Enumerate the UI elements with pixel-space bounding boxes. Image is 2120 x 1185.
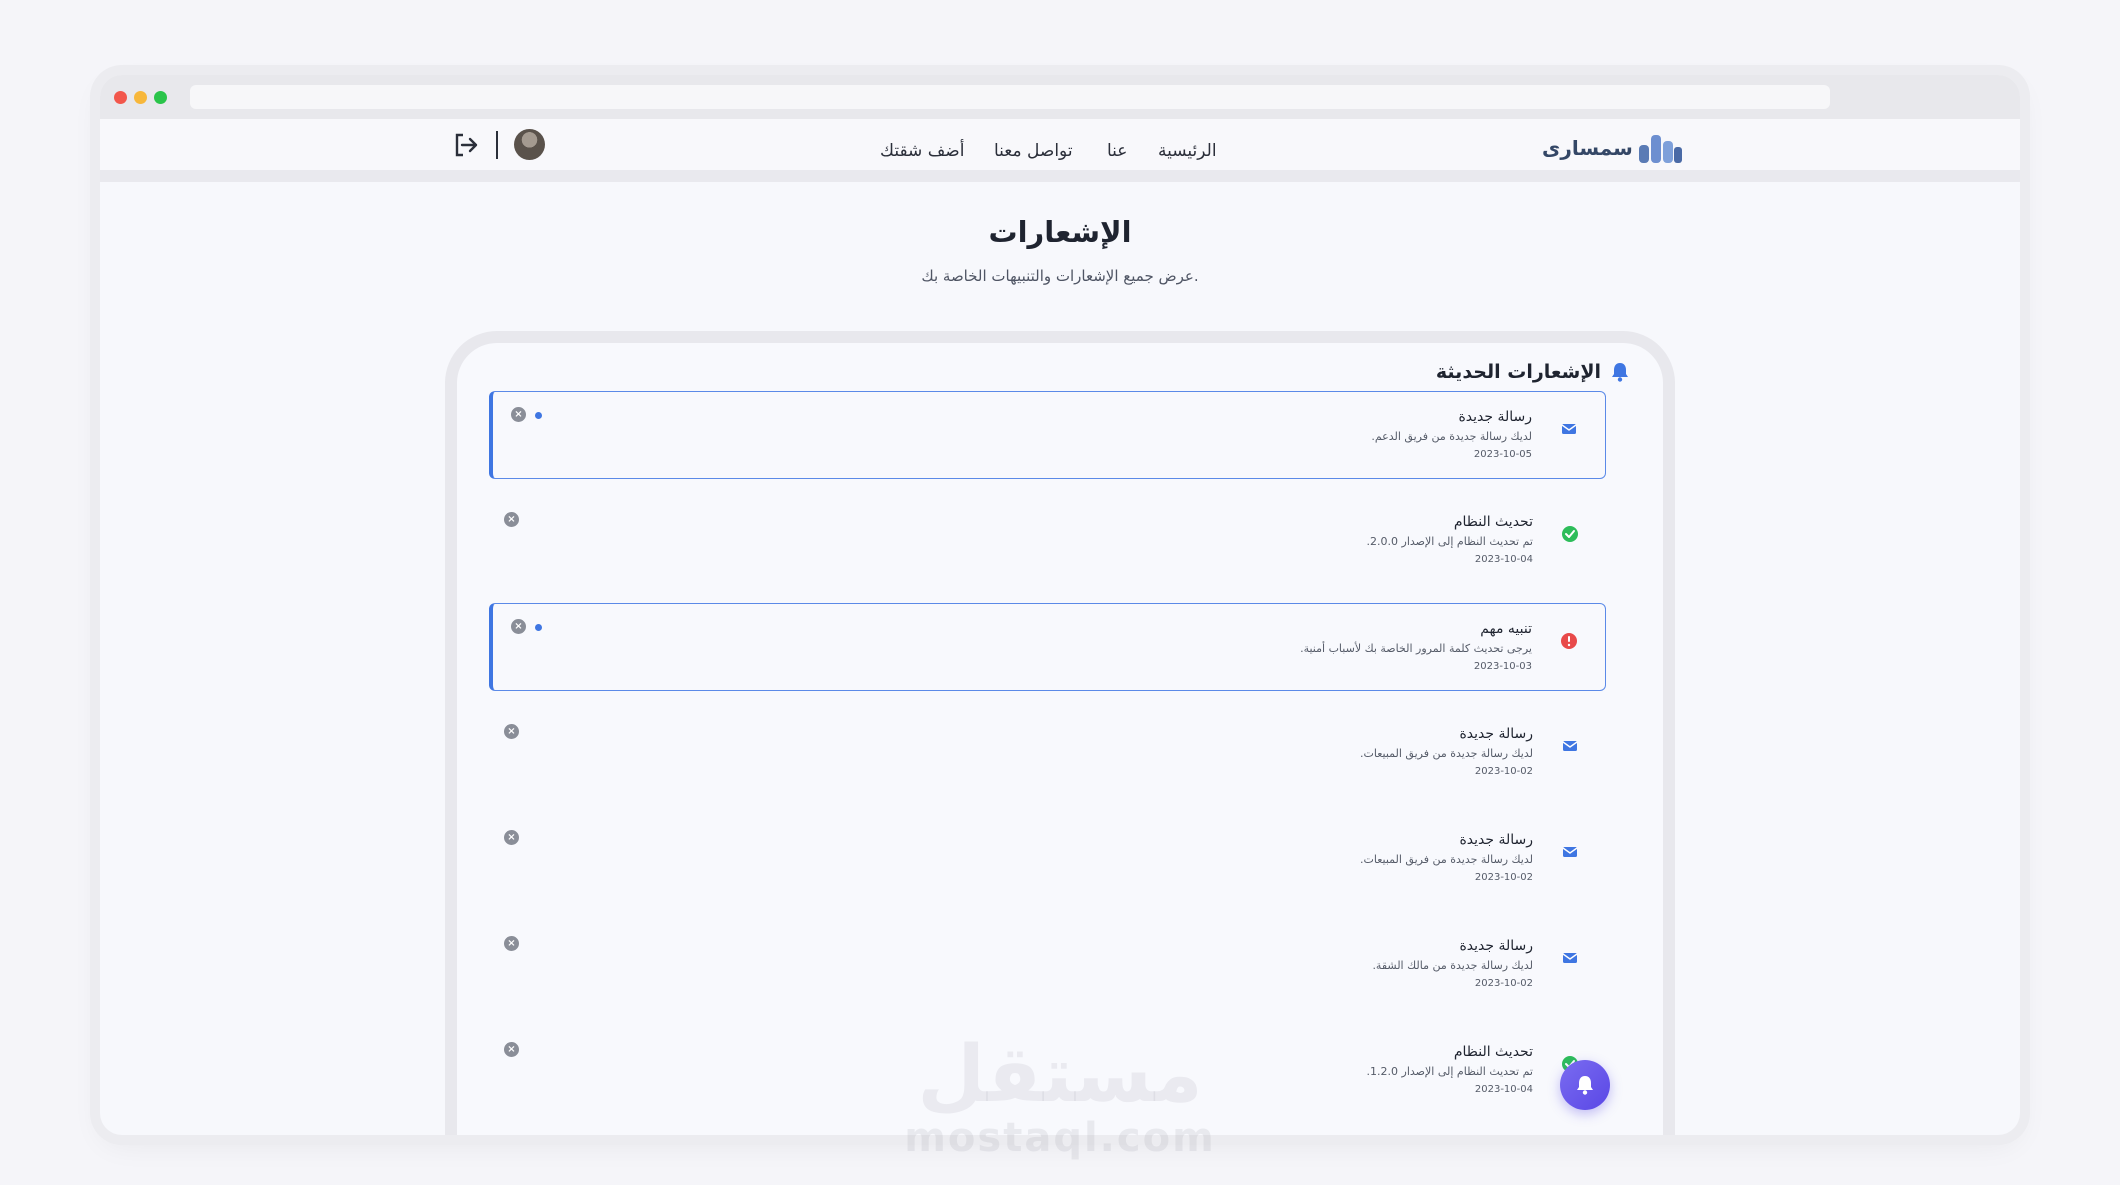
watermark-arabic: مستقل bbox=[917, 1030, 1203, 1120]
address-bar[interactable] bbox=[190, 85, 1830, 109]
notification-date: 2023-10-03 bbox=[1473, 661, 1532, 672]
watermark-latin: mostaql.com bbox=[904, 1115, 1216, 1161]
notification-body: يرجى تحديث كلمة المرور الخاصة بك لأسباب … bbox=[1300, 642, 1532, 655]
envelope-icon bbox=[1561, 424, 1577, 434]
nav-link-about[interactable]: عنا bbox=[1107, 141, 1127, 161]
envelope-icon bbox=[1562, 847, 1578, 857]
notification-item[interactable]: رسالة جديدة لديك رسالة جديدة من فريق الم… bbox=[489, 815, 1606, 903]
site-logo[interactable]: سمسارى bbox=[1542, 131, 1683, 165]
logo-text: سمسارى bbox=[1542, 136, 1633, 160]
page-title: الإشعارات bbox=[988, 215, 1132, 249]
page-subtitle: عرض جميع الإشعارات والتنبيهات الخاصة بك. bbox=[921, 267, 1199, 285]
maximize-window-button[interactable] bbox=[154, 91, 167, 104]
logout-icon[interactable] bbox=[452, 131, 480, 159]
notification-date: 2023-10-02 bbox=[1474, 978, 1533, 989]
envelope-icon bbox=[1562, 741, 1578, 751]
notification-title: رسالة جديدة bbox=[1458, 409, 1532, 425]
notification-date: 2023-10-05 bbox=[1473, 449, 1532, 460]
alert-circle-icon bbox=[1561, 633, 1577, 649]
nav-link-add-apartment[interactable]: أضف شقتك bbox=[880, 141, 964, 161]
notifications-card: الإشعارات الحديثة رسالة جديدة لديك رسالة… bbox=[457, 343, 1663, 1135]
dismiss-icon[interactable]: × bbox=[504, 512, 519, 527]
browser-chrome bbox=[100, 75, 2020, 119]
card-title: الإشعارات الحديثة bbox=[1435, 361, 1601, 383]
user-avatar[interactable] bbox=[514, 129, 545, 160]
dismiss-icon[interactable]: × bbox=[504, 830, 519, 845]
notification-body: لديك رسالة جديدة من مالك الشقة. bbox=[1372, 959, 1533, 972]
notification-date: 2023-10-02 bbox=[1474, 766, 1533, 777]
dismiss-icon[interactable]: × bbox=[511, 407, 526, 422]
notification-body: لديك رسالة جديدة من فريق المبيعات. bbox=[1360, 747, 1533, 760]
notification-item[interactable]: رسالة جديدة لديك رسالة جديدة من فريق الد… bbox=[489, 391, 1606, 479]
notification-title: تحديث النظام bbox=[1453, 514, 1533, 530]
notification-title: رسالة جديدة bbox=[1459, 726, 1533, 742]
notification-body: لديك رسالة جديدة من فريق الدعم. bbox=[1371, 430, 1532, 443]
minimize-window-button[interactable] bbox=[134, 91, 147, 104]
dismiss-icon[interactable]: × bbox=[504, 936, 519, 951]
card-header: الإشعارات الحديثة bbox=[1436, 361, 1629, 383]
notification-title: رسالة جديدة bbox=[1459, 832, 1533, 848]
notification-body: تم تحديث النظام إلى الإصدار 2.0.0. bbox=[1366, 535, 1533, 548]
top-navbar: سمسارى الرئيسية عنا تواصل معنا أضف شقتك bbox=[100, 119, 2020, 182]
browser-window: سمسارى الرئيسية عنا تواصل معنا أضف شقتك … bbox=[100, 75, 2020, 1135]
bell-icon bbox=[1612, 363, 1628, 382]
unread-indicator bbox=[535, 412, 542, 419]
check-circle-icon bbox=[1562, 526, 1578, 542]
nav-link-home[interactable]: الرئيسية bbox=[1158, 141, 1217, 161]
nav-divider bbox=[496, 131, 498, 159]
notification-item[interactable]: تنبيه مهم يرجى تحديث كلمة المرور الخاصة … bbox=[489, 603, 1606, 691]
notification-title: تنبيه مهم bbox=[1480, 621, 1532, 637]
notification-date: 2023-10-04 bbox=[1474, 554, 1533, 565]
close-window-button[interactable] bbox=[114, 91, 127, 104]
dismiss-icon[interactable]: × bbox=[511, 619, 526, 634]
envelope-icon bbox=[1562, 953, 1578, 963]
notification-item[interactable]: رسالة جديدة لديك رسالة جديدة من فريق الم… bbox=[489, 709, 1606, 797]
buildings-logo-icon bbox=[1638, 135, 1682, 163]
notification-body: لديك رسالة جديدة من فريق المبيعات. bbox=[1360, 853, 1533, 866]
dismiss-icon[interactable]: × bbox=[504, 724, 519, 739]
notification-date: 2023-10-02 bbox=[1474, 872, 1533, 883]
unread-indicator bbox=[535, 624, 542, 631]
notification-item[interactable]: تحديث النظام تم تحديث النظام إلى الإصدار… bbox=[489, 497, 1606, 585]
notification-title: رسالة جديدة bbox=[1459, 938, 1533, 954]
notification-item[interactable]: رسالة جديدة لديك رسالة جديدة من مالك الش… bbox=[489, 921, 1606, 1009]
nav-link-contact[interactable]: تواصل معنا bbox=[994, 141, 1073, 161]
